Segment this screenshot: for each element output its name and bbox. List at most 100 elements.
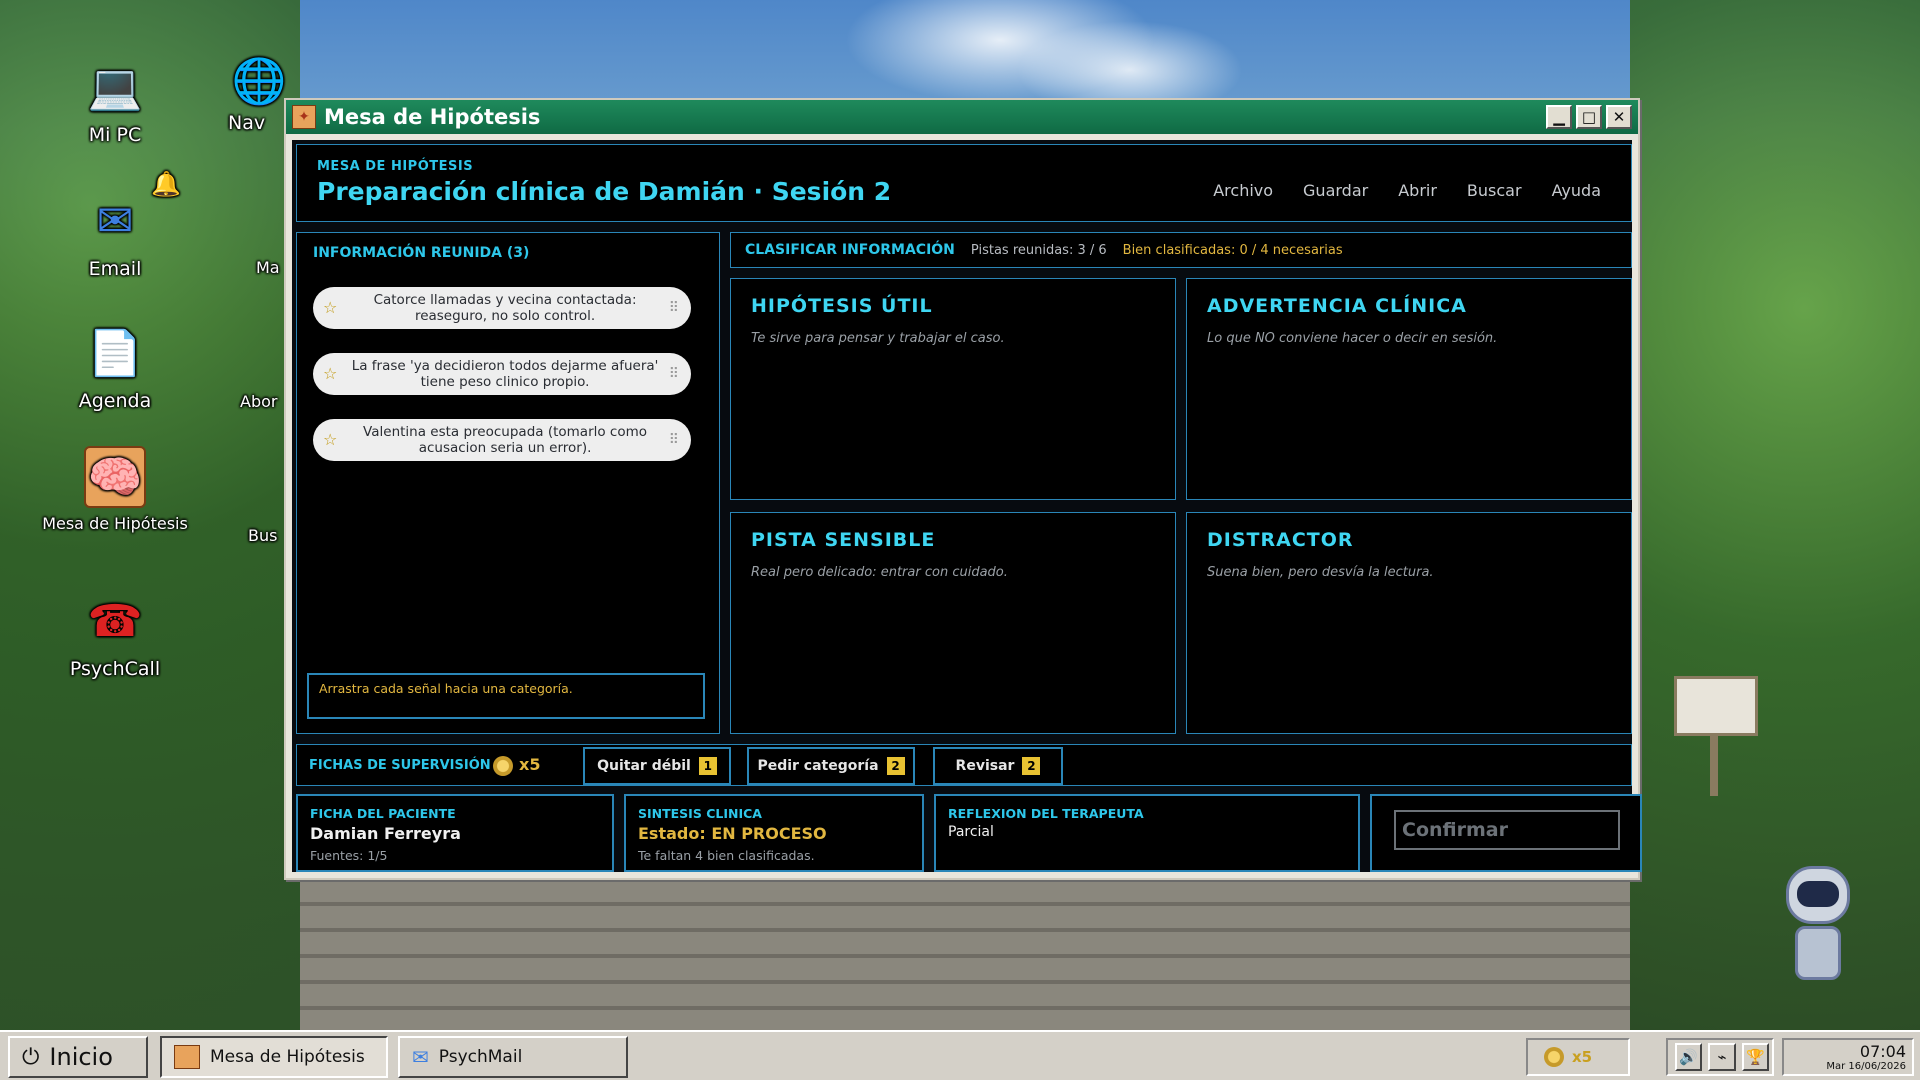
robot-assistant[interactable] xyxy=(1778,866,1858,986)
menu-ayuda[interactable]: Ayuda xyxy=(1552,181,1601,200)
tray-coins: x5 xyxy=(1572,1048,1593,1066)
close-button[interactable]: ✕ xyxy=(1606,105,1632,129)
remove-weak-button[interactable]: Quitar débil 1 xyxy=(583,747,731,785)
clue-text: La frase 'ya decidieron todos dejarme af… xyxy=(351,358,659,390)
window-body: MESA DE HIPÓTESIS Preparación clínica de… xyxy=(292,140,1642,872)
category-desc: Real pero delicado: entrar con cuidado. xyxy=(751,565,1008,580)
desktop-icon-abor[interactable]: Abor xyxy=(240,392,286,411)
coin-icon xyxy=(1544,1047,1564,1067)
wallpaper-sign xyxy=(1674,676,1758,736)
clock-date: Mar 16/06/2026 xyxy=(1826,1061,1906,1072)
drag-handle-icon[interactable]: ⠿ xyxy=(669,366,679,382)
robot-head xyxy=(1786,866,1850,924)
cost-badge: 1 xyxy=(698,757,717,775)
desktop-icon-label: Nav xyxy=(228,112,266,134)
clue-card[interactable]: ☆ Valentina esta preocupada (tomarlo com… xyxy=(313,419,691,461)
desktop-icon-psychcall[interactable]: ☎ PsychCall xyxy=(50,590,180,681)
drag-handle-icon[interactable]: ⠿ xyxy=(669,432,679,448)
review-button[interactable]: Revisar 2 xyxy=(933,747,1063,785)
confirm-button[interactable]: Confirmar xyxy=(1394,810,1620,850)
category-desc: Te sirve para pensar y trabajar el caso. xyxy=(751,331,1005,346)
desktop-icon-bus[interactable]: Bus xyxy=(248,526,286,545)
start-label: Inicio xyxy=(49,1043,113,1071)
clue-text: Catorce llamadas y vecina contactada: re… xyxy=(373,292,637,324)
category-pista-sensible[interactable]: PISTA SENSIBLE Real pero delicado: entra… xyxy=(730,512,1176,734)
desktop-icon-email[interactable]: ✉ Email xyxy=(50,190,180,281)
star-icon: ☆ xyxy=(323,298,338,317)
menu-archivo[interactable]: Archivo xyxy=(1213,181,1273,200)
title-bar[interactable]: ✦ Mesa de Hipótesis ▁ □ ✕ xyxy=(286,100,1638,134)
classify-title: CLASIFICAR INFORMACIÓN xyxy=(745,242,955,258)
menu-abrir[interactable]: Abrir xyxy=(1398,181,1437,200)
menu-guardar[interactable]: Guardar xyxy=(1303,181,1368,200)
menu-buscar[interactable]: Buscar xyxy=(1467,181,1522,200)
brain-book-icon: ✦ xyxy=(292,105,316,129)
synthesis-status: Estado: EN PROCESO xyxy=(638,824,827,843)
reflection-value: Parcial xyxy=(948,824,994,840)
category-name: DISTRACTOR xyxy=(1207,529,1354,551)
patient-label: FICHA DEL PACIENTE xyxy=(310,806,456,821)
brain-book-icon: 🧠 xyxy=(84,446,146,508)
document-icon: 📄 xyxy=(87,328,143,379)
cost-badge: 2 xyxy=(1022,757,1041,775)
tokens-count: x5 xyxy=(519,755,541,774)
wallpaper-stairs xyxy=(300,880,1630,1030)
wallpaper-sign-post xyxy=(1710,736,1718,796)
desktop-icon-label: PsychCall xyxy=(69,658,161,680)
supervision-tokens-bar: FICHAS DE SUPERVISIÓN x5 Quitar débil 1 … xyxy=(296,744,1632,786)
bell-icon: 🔔 xyxy=(151,170,181,198)
header-panel: MESA DE HIPÓTESIS Preparación clínica de… xyxy=(296,144,1632,222)
rss-icon[interactable]: ⌁ xyxy=(1708,1043,1736,1071)
confirm-panel: Confirmar xyxy=(1370,794,1642,872)
desktop-icon-ma[interactable]: Ma xyxy=(256,258,286,277)
star-icon: ☆ xyxy=(323,430,338,449)
clue-card[interactable]: ☆ La frase 'ya decidieron todos dejarme … xyxy=(313,353,691,395)
clock: 07:04 Mar 16/06/2026 xyxy=(1782,1038,1914,1076)
button-label: Quitar débil xyxy=(597,758,691,774)
category-distractor[interactable]: DISTRACTOR Suena bien, pero desvía la le… xyxy=(1186,512,1632,734)
classify-bar: CLASIFICAR INFORMACIÓN Pistas reunidas: … xyxy=(730,232,1632,268)
category-advertencia-clinica[interactable]: ADVERTENCIA CLÍNICA Lo que NO conviene h… xyxy=(1186,278,1632,500)
start-button[interactable]: ⏻ Inicio xyxy=(8,1036,148,1078)
category-name: ADVERTENCIA CLÍNICA xyxy=(1207,295,1467,317)
desktop-icon-label: Email xyxy=(88,258,142,280)
task-psychmail[interactable]: ✉ PsychMail xyxy=(398,1036,628,1078)
power-icon: ⏻ xyxy=(22,1044,40,1070)
coin-icon xyxy=(493,756,513,776)
desktop-icon-nav[interactable]: 🌐 Nav xyxy=(228,50,288,134)
patient-card: FICHA DEL PACIENTE Damian Ferreyra Fuent… xyxy=(296,794,614,872)
ask-category-button[interactable]: Pedir categoría 2 xyxy=(747,747,915,785)
minimize-button[interactable]: ▁ xyxy=(1546,105,1572,129)
category-hipotesis-util[interactable]: HIPÓTESIS ÚTIL Te sirve para pensar y tr… xyxy=(730,278,1176,500)
trophy-icon[interactable]: 🏆 xyxy=(1741,1043,1769,1071)
wallpaper-trees-right xyxy=(1630,0,1920,1030)
desktop-icon-label: Agenda xyxy=(78,390,152,412)
desktop-icon-agenda[interactable]: 📄 Agenda xyxy=(50,322,180,412)
task-mesa-hipotesis[interactable]: Mesa de Hipótesis xyxy=(160,1036,388,1078)
task-label: Mesa de Hipótesis xyxy=(210,1047,365,1067)
drag-handle-icon[interactable]: ⠿ xyxy=(669,300,679,316)
phone-icon: ☎ xyxy=(87,595,143,647)
coin-tray: x5 xyxy=(1526,1038,1630,1076)
window-title: Mesa de Hipótesis xyxy=(324,105,541,129)
category-name: HIPÓTESIS ÚTIL xyxy=(751,295,933,317)
category-desc: Lo que NO conviene hacer o decir en sesi… xyxy=(1207,331,1498,346)
synthesis-card: SINTESIS CLINICA Estado: EN PROCESO Te f… xyxy=(624,794,924,872)
cost-badge: 2 xyxy=(886,757,905,775)
clues-counter: Pistas reunidas: 3 / 6 xyxy=(970,242,1107,258)
system-tray: 🔊 ⌁ 🏆 xyxy=(1666,1038,1774,1076)
synthesis-note: Te faltan 4 bien clasificadas. xyxy=(638,848,815,863)
desktop-icon-mesa-hipotesis[interactable]: 🧠 Mesa de Hipótesis xyxy=(40,446,190,533)
reflection-card: REFLEXION DEL TERAPEUTA Parcial xyxy=(934,794,1360,872)
button-label: Revisar xyxy=(955,758,1015,774)
maximize-button[interactable]: □ xyxy=(1576,105,1602,129)
desktop-icon-mi-pc[interactable]: 💻 Mi PC xyxy=(50,56,180,146)
category-name: PISTA SENSIBLE xyxy=(751,529,936,551)
volume-icon[interactable]: 🔊 xyxy=(1675,1043,1703,1071)
star-icon: ☆ xyxy=(323,364,338,383)
brain-book-icon xyxy=(174,1045,200,1069)
clue-card[interactable]: ☆ Catorce llamadas y vecina contactada: … xyxy=(313,287,691,329)
robot-body xyxy=(1795,926,1841,980)
clock-time: 07:04 xyxy=(1859,1042,1906,1061)
computer-icon: 💻 xyxy=(87,62,143,113)
